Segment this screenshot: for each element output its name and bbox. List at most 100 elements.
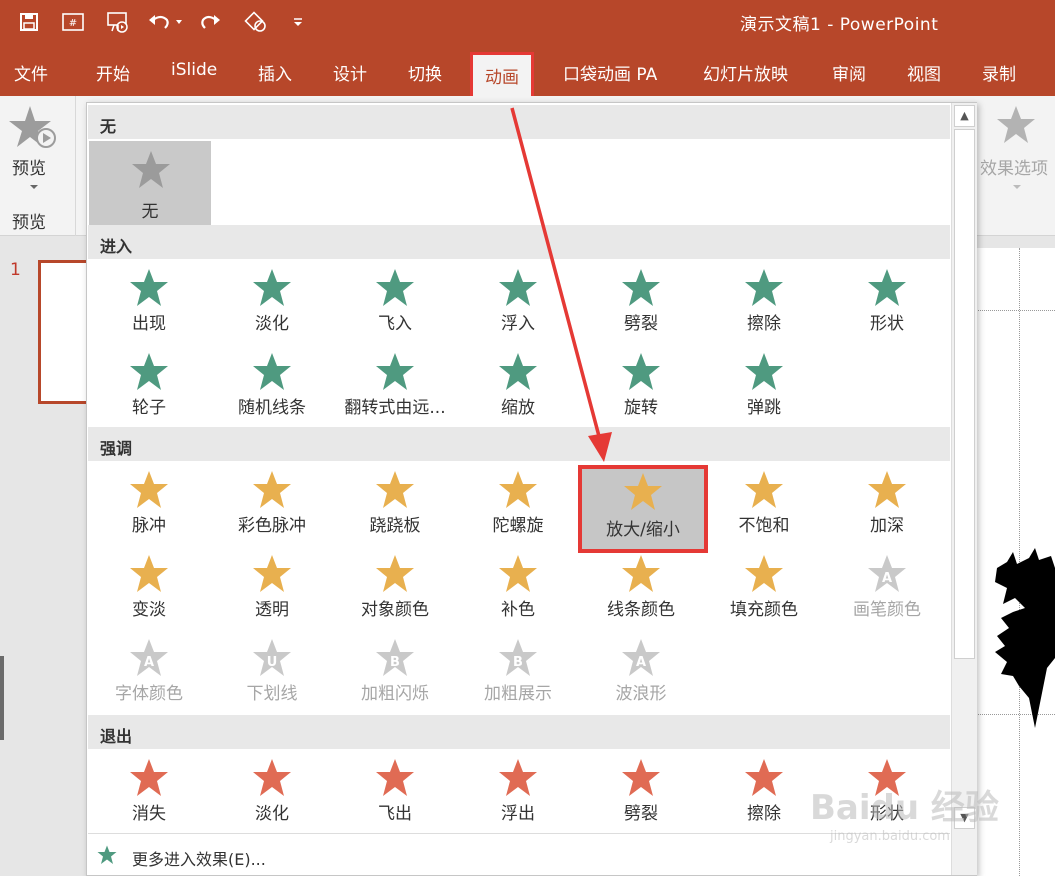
- entrance-effect-item[interactable]: 飞入: [335, 267, 455, 347]
- preview-button[interactable]: 预览: [0, 96, 75, 196]
- tab-pocket-animation[interactable]: 口袋动画 PA: [563, 60, 657, 85]
- effect-label: 对象颜色: [361, 600, 429, 620]
- exit-effect-item[interactable]: 消失: [89, 757, 209, 837]
- entrance-effect-item[interactable]: 形状: [827, 267, 947, 347]
- exit-effect-item[interactable]: 飞出: [335, 757, 455, 837]
- animation-star-icon: [376, 759, 414, 796]
- effect-label: 加深: [870, 516, 904, 536]
- tab-transitions[interactable]: 切换: [408, 60, 442, 85]
- effect-label: 线条颜色: [607, 600, 675, 620]
- animation-star-icon: [499, 759, 537, 796]
- emphasis-effect-item[interactable]: 线条颜色: [581, 553, 701, 633]
- entrance-effect-item[interactable]: 随机线条: [212, 351, 332, 431]
- panel-splitter[interactable]: [0, 656, 4, 740]
- gallery-scrollbar[interactable]: ▲ ▼: [951, 103, 977, 875]
- emphasis-effect-item[interactable]: 透明: [212, 553, 332, 633]
- emphasis-effect-item[interactable]: 脉冲: [89, 469, 209, 549]
- animation-star-icon: B: [499, 639, 537, 676]
- entrance-effect-item[interactable]: 翻转式由远...: [335, 351, 455, 431]
- more-effects-star-icon: [97, 845, 117, 864]
- animation-star-icon: A: [130, 639, 168, 676]
- animation-star-icon: [376, 471, 414, 508]
- tab-design[interactable]: 设计: [333, 60, 367, 85]
- exit-effect-item[interactable]: 淡化: [212, 757, 332, 837]
- effect-label: 淡化: [255, 804, 289, 824]
- slide-thumbnail[interactable]: [38, 260, 90, 404]
- effect-options-button[interactable]: 效果选项: [978, 96, 1055, 236]
- tab-animations-label: 动画: [485, 68, 519, 88]
- save-icon[interactable]: [14, 8, 44, 36]
- emphasis-effect-item[interactable]: 加深: [827, 469, 947, 549]
- effect-label: 缩放: [501, 398, 535, 418]
- animation-star-icon: [745, 269, 783, 306]
- emphasis-effect-item[interactable]: 补色: [458, 553, 578, 633]
- entrance-effect-item[interactable]: 劈裂: [581, 267, 701, 347]
- undo-icon[interactable]: [145, 8, 185, 36]
- exit-effect-item[interactable]: 擦除: [704, 757, 824, 837]
- tab-review[interactable]: 审阅: [832, 60, 866, 85]
- emphasis-effect-item[interactable]: 变淡: [89, 553, 209, 633]
- svg-text:A: A: [144, 655, 154, 670]
- animation-star-icon: [745, 759, 783, 796]
- emphasis-effect-item[interactable]: 对象颜色: [335, 553, 455, 633]
- effect-options-star-icon: [997, 106, 1035, 143]
- slide-number-icon[interactable]: #: [58, 8, 88, 36]
- entrance-effect-item[interactable]: 出现: [89, 267, 209, 347]
- animation-star-icon: [499, 555, 537, 592]
- emphasis-effect-item[interactable]: 填充颜色: [704, 553, 824, 633]
- tab-file[interactable]: 文件: [14, 60, 48, 85]
- effect-label: 翻转式由远...: [344, 398, 446, 418]
- effect-label: 飞入: [378, 314, 412, 334]
- window-title: 演示文稿1 - PowerPoint: [740, 15, 939, 35]
- tab-home[interactable]: 开始: [96, 60, 130, 85]
- exit-effect-item[interactable]: 劈裂: [581, 757, 701, 837]
- effect-label: 出现: [132, 314, 166, 334]
- emphasis-effect-item[interactable]: 跷跷板: [335, 469, 455, 549]
- effect-label: 字体颜色: [115, 684, 183, 704]
- effect-label: 弹跳: [747, 398, 781, 418]
- animation-star-icon: [622, 353, 660, 390]
- entrance-effect-item[interactable]: 旋转: [581, 351, 701, 431]
- entrance-effect-item[interactable]: 擦除: [704, 267, 824, 347]
- effect-label: 擦除: [747, 314, 781, 334]
- entrance-effect-item[interactable]: 缩放: [458, 351, 578, 431]
- effect-label: 画笔颜色: [853, 600, 921, 620]
- effect-label: 浮入: [501, 314, 535, 334]
- ink-splash-image[interactable]: [995, 548, 1055, 728]
- tab-record[interactable]: 录制: [982, 60, 1016, 85]
- emphasis-effect-item[interactable]: 陀螺旋: [458, 469, 578, 549]
- animation-star-icon: [253, 759, 291, 796]
- presenter-icon[interactable]: [102, 8, 134, 36]
- effect-label: 下划线: [246, 684, 298, 704]
- tab-view[interactable]: 视图: [907, 60, 941, 85]
- emphasis-effect-item: B 加粗闪烁: [335, 637, 455, 717]
- scroll-up-button[interactable]: ▲: [954, 105, 975, 127]
- redo-icon[interactable]: [196, 8, 226, 36]
- animation-none[interactable]: 无: [89, 141, 211, 225]
- tab-insert[interactable]: 插入: [258, 60, 292, 85]
- scroll-thumb[interactable]: [954, 129, 975, 659]
- effect-label: 加粗闪烁: [361, 684, 429, 704]
- effect-label: 补色: [501, 600, 535, 620]
- animation-star-icon: [622, 269, 660, 306]
- shapes-icon[interactable]: [240, 8, 270, 36]
- section-none: 无: [88, 105, 950, 139]
- animation-star-icon: [624, 473, 662, 510]
- effect-label: 浮出: [501, 804, 535, 824]
- none-star-icon: [132, 151, 170, 188]
- emphasis-effect-item[interactable]: 不饱和: [704, 469, 824, 549]
- customize-qat-icon[interactable]: [288, 8, 308, 36]
- emphasis-effect-item[interactable]: 彩色脉冲: [212, 469, 332, 549]
- tab-animations[interactable]: 动画: [470, 52, 534, 100]
- tab-slideshow[interactable]: 幻灯片放映: [703, 60, 788, 85]
- exit-effect-item[interactable]: 浮出: [458, 757, 578, 837]
- entrance-effect-item[interactable]: 轮子: [89, 351, 209, 431]
- entrance-effect-item[interactable]: 弹跳: [704, 351, 824, 431]
- animation-star-icon: B: [376, 639, 414, 676]
- entrance-effect-item[interactable]: 浮入: [458, 267, 578, 347]
- tab-islide[interactable]: iSlide: [171, 60, 217, 80]
- effect-label: 淡化: [255, 314, 289, 334]
- section-emphasis: 强调: [88, 427, 950, 461]
- entrance-effect-item[interactable]: 淡化: [212, 267, 332, 347]
- emphasis-effect-grow-shrink[interactable]: 放大/缩小: [578, 465, 708, 553]
